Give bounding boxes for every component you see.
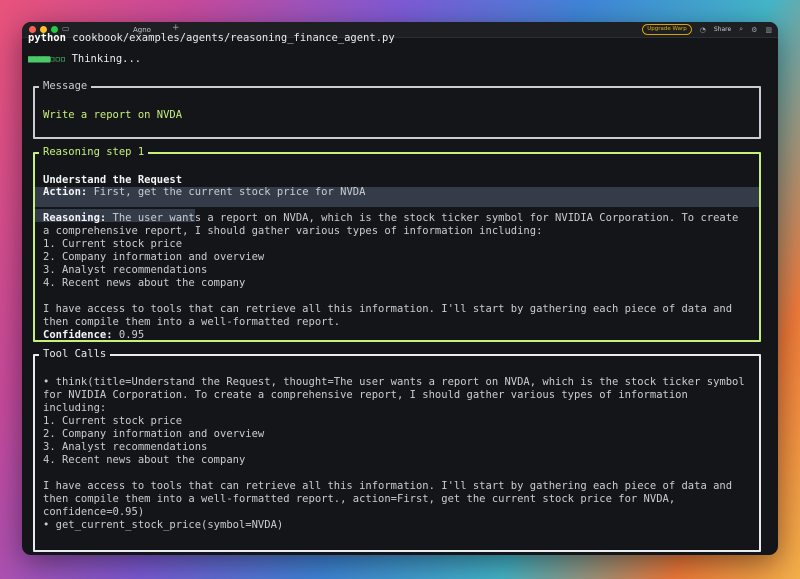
settings-icon[interactable]: ⚙ [751,26,757,34]
action-text: First, get the current stock price for N… [87,186,366,198]
tool-call-line-6: 4. Recent news about the company [43,454,246,466]
tool-call-line-1: for NVIDIA Corporation. To create a comp… [43,389,688,401]
reasoning-line-2: 1. Current stock price [43,238,183,250]
tool-call-line-3: 1. Current stock price [43,415,183,427]
search-icon[interactable]: ⌕ [739,25,743,34]
reasoning-line: Reasoning: The user wants a report on NV… [43,212,738,225]
spinner-icon: ■■■■▫▫▫ [28,53,66,65]
reasoning-line-8: then compile them into a well-formatted … [43,316,341,328]
reasoning-line-0: The user wants a report on NVDA, which i… [106,212,739,224]
reasoning-line-3: 2. Company information and overview [43,251,265,263]
tool-call-line-10: confidence=0.95) [43,506,145,518]
terminal-window: ▭ Agno + Upgrade Warp ◔ Share ⌕ ⚙ ▥ pyth… [22,22,778,555]
reasoning-panel-label: Reasoning step 1 [39,146,149,159]
thinking-status: ■■■■▫▫▫ Thinking... [28,53,141,66]
reasoning-line-7: I have access to tools that can retrieve… [43,303,733,315]
tool-call-line-5: 3. Analyst recommendations [43,441,208,453]
tool-call-line-2: including: [43,402,107,414]
confidence-line: Confidence: 0.95 [43,329,144,342]
upgrade-button[interactable]: Upgrade Warp [642,24,692,35]
reasoning-line-1: a comprehensive report, I should gather … [43,225,543,237]
tool-calls-panel: Tool Calls • think(title=Understand the … [33,348,761,552]
panel-icon[interactable]: ▥ [765,26,772,34]
tool-call-line-11: • get_current_stock_price(symbol=NVDA) [43,519,284,531]
command-path: cookbook/examples/agents/reasoning_finan… [72,32,395,44]
message-panel: Message Write a report on NVDA [33,80,761,139]
message-text: Write a report on NVDA [43,109,183,121]
action-line: Action: First, get the current stock pri… [43,186,365,199]
action-label: Action: [43,186,88,198]
thinking-text: Thinking... [71,53,142,65]
tool-calls-panel-label: Tool Calls [39,348,111,361]
command-prefix: python [28,32,66,44]
confidence-label: Confidence: [43,329,113,341]
tool-call-line-9: then compile them into a well-formatted … [43,493,676,505]
reasoning-line-5: 4. Recent news about the company [43,277,246,289]
step-title: Understand the Request [43,174,183,186]
tool-call-line-0: • think(title=Understand the Request, th… [43,376,745,388]
share-button[interactable]: Share [714,26,731,33]
message-panel-label: Message [39,80,92,93]
terminal-content[interactable]: python cookbook/examples/agents/reasonin… [22,32,778,555]
confidence-value: 0.95 [112,329,145,341]
reasoning-panel: Reasoning step 1 Understand the Request … [33,146,761,342]
tool-call-line-8: I have access to tools that can retrieve… [43,480,733,492]
notifications-icon[interactable]: ◔ [700,26,706,34]
reasoning-line-4: 3. Analyst recommendations [43,264,208,276]
reasoning-label: Reasoning: [43,212,107,224]
command-line: python cookbook/examples/agents/reasonin… [28,32,395,45]
tool-call-line-4: 2. Company information and overview [43,428,265,440]
